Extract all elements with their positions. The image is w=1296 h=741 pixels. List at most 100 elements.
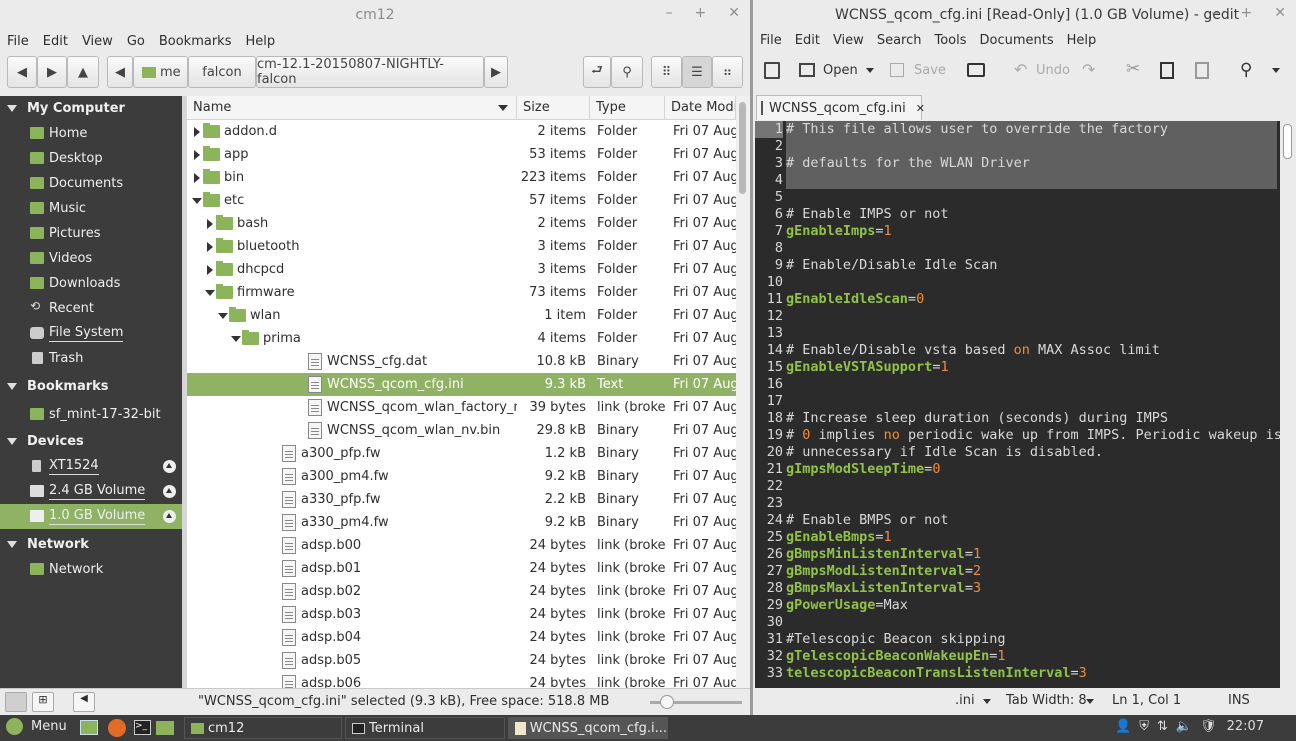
taskbar-window-cm12[interactable]: cm12 bbox=[184, 717, 342, 739]
expander-expanded-icon[interactable] bbox=[192, 198, 202, 204]
table-row[interactable]: adsp.b01 24 bytes link (broken) Fri 07 Aug … bbox=[187, 557, 736, 580]
table-row[interactable]: adsp.b00 24 bytes link (broken) Fri 07 Aug … bbox=[187, 534, 736, 557]
new-document-icon[interactable] bbox=[764, 62, 780, 79]
table-row[interactable]: WCNSS_cfg.dat 10.8 kB Binary Fri 07 Aug 201… bbox=[187, 350, 736, 373]
menu-tools[interactable]: Tools bbox=[934, 33, 966, 48]
tree-toggle-button[interactable]: ⊞ bbox=[32, 692, 54, 712]
expander-expanded-icon[interactable] bbox=[218, 313, 228, 319]
table-row[interactable]: wlan 1 item Folder Fri 07 Aug 2015 bbox=[187, 304, 736, 327]
menu-help[interactable]: Help bbox=[245, 34, 275, 49]
zoom-slider[interactable] bbox=[650, 695, 742, 709]
expander-collapsed-icon[interactable] bbox=[194, 127, 200, 137]
table-row[interactable]: a300_pm4.fw 9.2 kB Binary Fri 07 Aug 2015 bbox=[187, 465, 736, 488]
sidebar-header-network[interactable]: Network bbox=[0, 532, 182, 557]
expander-collapsed-icon[interactable] bbox=[207, 265, 213, 275]
scrollbar-thumb[interactable] bbox=[739, 102, 746, 194]
menu-file[interactable]: File bbox=[760, 33, 782, 48]
table-row[interactable]: adsp.b06 24 bytes link (broken) Fri 07 Aug … bbox=[187, 672, 736, 688]
table-row[interactable]: prima 4 items Folder Fri 07 Aug 2015 bbox=[187, 327, 736, 350]
undo-button[interactable]: Undo bbox=[1036, 63, 1070, 78]
table-row[interactable]: app 53 items Folder Fri 07 Aug 2015 bbox=[187, 143, 736, 166]
expander-collapsed-icon[interactable] bbox=[207, 242, 213, 252]
zoom-slider-handle[interactable] bbox=[660, 695, 674, 709]
editor-scrollbar[interactable] bbox=[1280, 121, 1296, 688]
places-toggle-button[interactable] bbox=[5, 692, 27, 712]
search-button[interactable]: ⚲ bbox=[611, 56, 643, 88]
column-header-name[interactable]: Name bbox=[187, 96, 517, 119]
table-row[interactable]: adsp.b05 24 bytes link (broken) Fri 07 Aug … bbox=[187, 649, 736, 672]
eject-icon[interactable] bbox=[163, 510, 176, 523]
sidebar-item-music[interactable]: Music bbox=[0, 196, 182, 221]
close-icon[interactable]: ✕ bbox=[1274, 5, 1286, 21]
table-row[interactable]: WCNSS_qcom_cfg.ini 9.3 kB Text Fri 07 Aug 2… bbox=[187, 373, 736, 396]
sidebar-item-documents[interactable]: Documents bbox=[0, 171, 182, 196]
sidebar-item-home[interactable]: Home bbox=[0, 121, 182, 146]
expander-expanded-icon[interactable] bbox=[231, 336, 241, 342]
hide-sidebar-button[interactable]: ◀ bbox=[73, 692, 95, 712]
editor-text-area[interactable]: 1 # This file allows user to override the… bbox=[755, 121, 1280, 688]
sidebar-item-trash[interactable]: Trash bbox=[0, 346, 182, 371]
location-toggle-button[interactable]: ⮐ bbox=[583, 56, 611, 88]
save-button[interactable]: Save bbox=[914, 63, 946, 78]
sidebar-item-recent[interactable]: ⟲ Recent bbox=[0, 296, 182, 321]
menu-search[interactable]: Search bbox=[877, 33, 922, 48]
open-dropdown-icon[interactable] bbox=[866, 68, 874, 73]
table-row[interactable]: bluetooth 3 items Folder Fri 07 Aug 2015 bbox=[187, 235, 736, 258]
volume-icon[interactable]: 🔈 bbox=[1176, 719, 1192, 734]
table-row[interactable]: etc 57 items Folder Fri 07 Aug 2015 bbox=[187, 189, 736, 212]
sidebar-item-xt1524[interactable]: XT1524 bbox=[0, 454, 182, 479]
sidebar-item-volume-1-0[interactable]: 1.0 GB Volume bbox=[0, 504, 182, 529]
sidebar-item-desktop[interactable]: Desktop bbox=[0, 146, 182, 171]
shield-icon[interactable]: 🛡 bbox=[1200, 719, 1217, 734]
menu-edit[interactable]: Edit bbox=[43, 34, 68, 49]
sidebar-header-my-computer[interactable]: My Computer bbox=[0, 96, 182, 121]
search-icon[interactable]: ⚲ bbox=[1240, 60, 1252, 80]
terminal-icon[interactable]: >_ bbox=[134, 720, 151, 735]
compact-view-button[interactable]: ⠶ bbox=[712, 56, 743, 88]
menu-view[interactable]: View bbox=[833, 33, 864, 48]
expander-collapsed-icon[interactable] bbox=[194, 150, 200, 160]
open-button[interactable]: Open bbox=[823, 63, 858, 78]
path-button-me[interactable]: me bbox=[133, 56, 188, 88]
menu-button[interactable]: Menu bbox=[6, 718, 67, 735]
show-desktop-icon[interactable] bbox=[80, 720, 98, 735]
minimize-icon[interactable]: – bbox=[1212, 5, 1219, 21]
expander-expanded-icon[interactable] bbox=[205, 290, 215, 296]
table-row[interactable]: adsp.b04 24 bytes link (broken) Fri 07 Aug … bbox=[187, 626, 736, 649]
network-icon[interactable]: ⇅ bbox=[1157, 719, 1168, 734]
menu-file[interactable]: File bbox=[7, 34, 29, 49]
maximize-icon[interactable]: + bbox=[1241, 5, 1253, 21]
files-icon[interactable] bbox=[156, 721, 174, 735]
column-header-type[interactable]: Type bbox=[590, 96, 665, 119]
column-header-size[interactable]: Size bbox=[517, 96, 590, 119]
path-left-button[interactable]: ◀ bbox=[107, 56, 133, 88]
copy-icon[interactable] bbox=[1160, 62, 1174, 79]
path-button-falcon[interactable]: falcon bbox=[188, 56, 256, 88]
firefox-icon[interactable] bbox=[108, 719, 126, 737]
table-row[interactable]: WCNSS_qcom_wlan_nv.bin 29.8 kB Binary Fri 0… bbox=[187, 419, 736, 442]
column-header-date[interactable]: Date Modified bbox=[665, 96, 736, 119]
tab-width-selector[interactable]: Tab Width: 8 bbox=[1006, 693, 1087, 708]
open-icon[interactable] bbox=[799, 63, 815, 77]
up-button[interactable]: ▲ bbox=[67, 56, 99, 88]
list-view-button[interactable]: ☰ bbox=[682, 56, 712, 88]
menu-go[interactable]: Go bbox=[127, 34, 145, 49]
sidebar-item-network[interactable]: Network bbox=[0, 557, 182, 582]
table-row[interactable]: adsp.b03 24 bytes link (broken) Fri 07 Aug … bbox=[187, 603, 736, 626]
close-icon[interactable]: ✕ bbox=[728, 5, 740, 21]
menu-view[interactable]: View bbox=[82, 34, 113, 49]
menu-documents[interactable]: Documents bbox=[980, 33, 1054, 48]
tab-document[interactable]: WCNSS_qcom_cfg.ini ✕ bbox=[756, 95, 925, 120]
maximize-icon[interactable]: + bbox=[695, 5, 707, 21]
taskbar-window-terminal[interactable]: Terminal bbox=[345, 717, 505, 739]
menu-bookmarks[interactable]: Bookmarks bbox=[159, 34, 232, 49]
sidebar-item-downloads[interactable]: Downloads bbox=[0, 271, 182, 296]
sidebar-item-file-system[interactable]: File System bbox=[0, 321, 182, 346]
path-right-button[interactable]: ▶ bbox=[484, 56, 508, 88]
table-row[interactable]: WCNSS_qcom_wlan_factory_nv.bin 39 bytes li… bbox=[187, 396, 736, 419]
table-row[interactable]: a330_pm4.fw 9.2 kB Binary Fri 07 Aug 2015 bbox=[187, 511, 736, 534]
sidebar-item-videos[interactable]: Videos bbox=[0, 246, 182, 271]
table-row[interactable]: adsp.b02 24 bytes link (broken) Fri 07 Aug … bbox=[187, 580, 736, 603]
table-row[interactable]: firmware 73 items Folder Fri 07 Aug 2015 bbox=[187, 281, 736, 304]
print-icon[interactable] bbox=[967, 63, 985, 77]
